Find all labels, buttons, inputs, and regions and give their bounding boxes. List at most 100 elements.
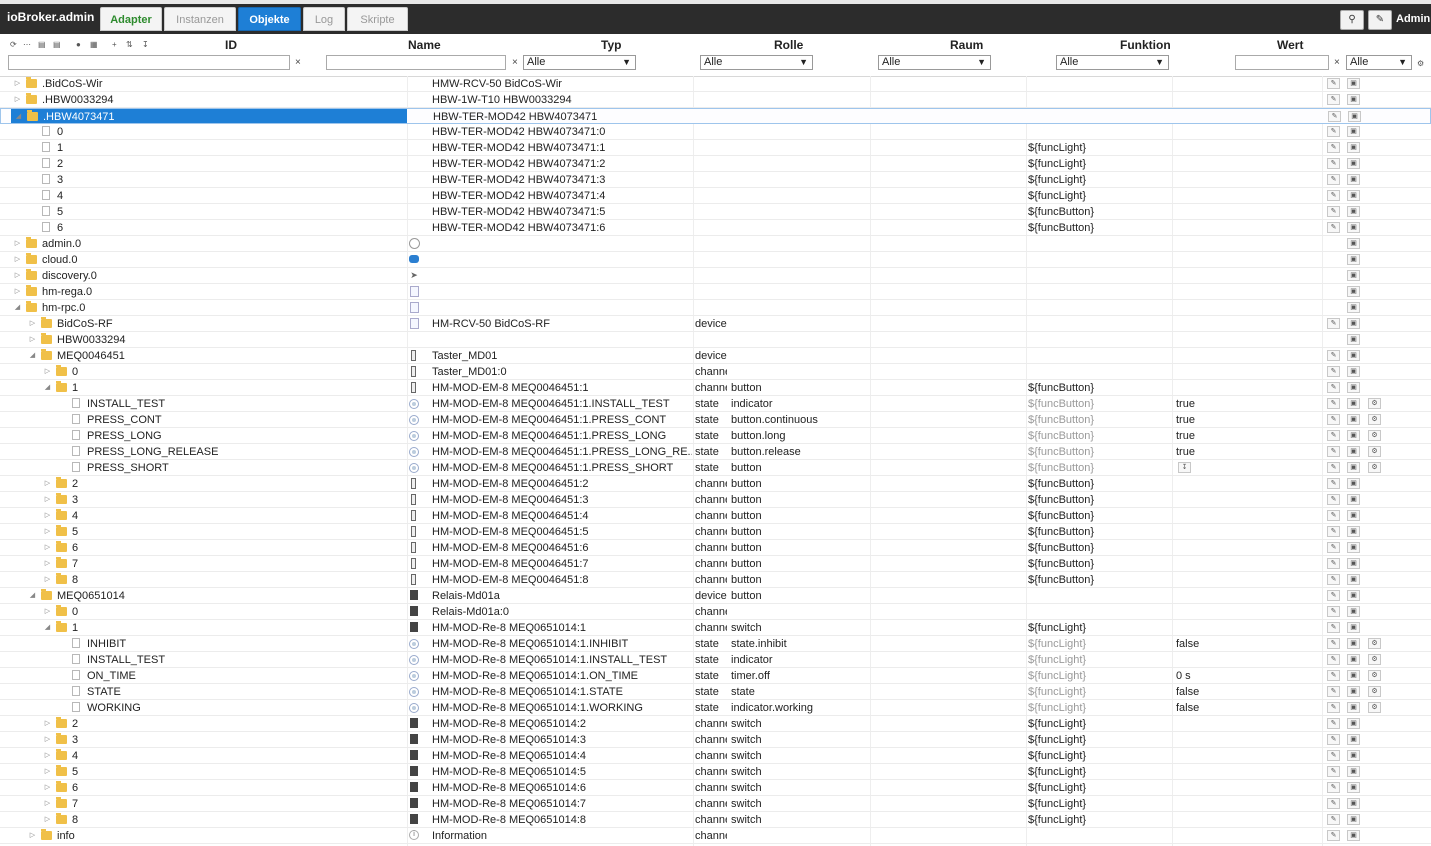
tree-row[interactable]: PRESS_LONG_RELEASE HM-MOD-EM-8 MEQ0046451… <box>0 444 1431 460</box>
delete-icon[interactable]: ▣ <box>1347 286 1360 297</box>
edit-icon[interactable]: ✎ <box>1327 734 1340 745</box>
delete-icon[interactable]: ▣ <box>1347 670 1360 681</box>
expanded-arrow-icon[interactable]: ◢ <box>28 588 37 604</box>
gear-icon[interactable]: ⚙ <box>1368 398 1381 409</box>
delete-icon[interactable]: ▣ <box>1347 302 1360 313</box>
delete-icon[interactable]: ▣ <box>1347 558 1360 569</box>
id-filter-input[interactable] <box>8 55 290 70</box>
delete-icon[interactable]: ▣ <box>1347 222 1360 233</box>
tree-row[interactable]: ▷ .HBW0033294 HBW-1W-T10 HBW0033294 ✎ ▣ <box>0 92 1431 108</box>
edit-icon[interactable]: ✎ <box>1327 750 1340 761</box>
edit-icon[interactable]: ✎ <box>1327 318 1340 329</box>
tree-row[interactable]: STATE HM-MOD-Re-8 MEQ0651014:1.STATE state… <box>0 684 1431 700</box>
edit-icon[interactable]: ✎ <box>1327 174 1340 185</box>
tree-row[interactable]: 4 HBW-TER-MOD42 HBW4073471:4 ${funcLight} ✎… <box>0 188 1431 204</box>
edit-icon[interactable]: ✎ <box>1327 718 1340 729</box>
funktion-filter-select[interactable]: Alle ▼ <box>1056 55 1169 70</box>
tree-row[interactable]: ▷ info i Information channe ✎ ▣ <box>0 828 1431 844</box>
delete-icon[interactable]: ▣ <box>1347 590 1360 601</box>
tab-objekte[interactable]: Objekte <box>238 7 301 31</box>
tree-row[interactable]: ▷ hm-rega.0 ▣ <box>0 284 1431 300</box>
delete-icon[interactable]: ▣ <box>1347 654 1360 665</box>
edit-icon[interactable]: ✎ <box>1327 590 1340 601</box>
tree-row[interactable]: PRESS_SHORT HM-MOD-EM-8 MEQ0046451:1.PRES… <box>0 460 1431 476</box>
tree-row[interactable]: WORKING HM-MOD-Re-8 MEQ0651014:1.WORKING s… <box>0 700 1431 716</box>
tree-row[interactable]: ▷ 8 HM-MOD-EM-8 MEQ0046451:8 channe button ${… <box>0 572 1431 588</box>
gear-icon[interactable]: ⚙ <box>1368 702 1381 713</box>
name-filter-input[interactable] <box>326 55 506 70</box>
col-wert[interactable]: Wert <box>1277 38 1303 52</box>
collapsed-arrow-icon[interactable]: ▷ <box>13 268 22 284</box>
delete-icon[interactable]: ▣ <box>1347 478 1360 489</box>
tree-row[interactable]: ▷ 3 HM-MOD-EM-8 MEQ0046451:3 channe button ${… <box>0 492 1431 508</box>
delete-icon[interactable]: ▣ <box>1347 798 1360 809</box>
tree-row[interactable]: ▷ 7 HM-MOD-Re-8 MEQ0651014:7 channe switch ${… <box>0 796 1431 812</box>
tree-row[interactable]: ▷ cloud.0 ▣ <box>0 252 1431 268</box>
tree-row[interactable]: ▷ HBW0033294 ▣ <box>0 332 1431 348</box>
tree-row[interactable]: ▷ 6 HM-MOD-Re-8 MEQ0651014:6 channe switch ${… <box>0 780 1431 796</box>
edit-icon[interactable]: ✎ <box>1327 494 1340 505</box>
edit-icon[interactable]: ✎ <box>1327 782 1340 793</box>
row-wert[interactable]: true <box>1176 412 1236 428</box>
edit-icon[interactable]: ✎ <box>1327 462 1340 473</box>
edit-icon[interactable]: ✎ <box>1327 670 1340 681</box>
edit-icon[interactable]: ✎ <box>1327 478 1340 489</box>
edit-icon[interactable]: ✎ <box>1327 622 1340 633</box>
name-filter-clear-icon[interactable]: × <box>512 57 518 68</box>
tree-row[interactable]: 1 HBW-TER-MOD42 HBW4073471:1 ${funcLight} ✎… <box>0 140 1431 156</box>
edit-icon[interactable]: ✎ <box>1327 222 1340 233</box>
col-raum[interactable]: Raum <box>950 38 983 52</box>
sort-icon[interactable]: ⇅ <box>126 40 133 49</box>
row-wert[interactable]: false <box>1176 700 1236 716</box>
tree-row[interactable]: 6 HBW-TER-MOD42 HBW4073471:6 ${funcButton}… <box>0 220 1431 236</box>
edit-icon[interactable]: ✎ <box>1327 78 1340 89</box>
collapsed-arrow-icon[interactable]: ▷ <box>43 524 52 540</box>
collapsed-arrow-icon[interactable]: ▷ <box>43 716 52 732</box>
collapsed-arrow-icon[interactable]: ▷ <box>43 540 52 556</box>
tab-skripte[interactable]: Skripte <box>347 7 408 31</box>
delete-icon[interactable]: ▣ <box>1347 414 1360 425</box>
download-icon[interactable]: ↧ <box>142 40 149 49</box>
edit-icon[interactable]: ✎ <box>1327 798 1340 809</box>
delete-icon[interactable]: ▣ <box>1347 318 1360 329</box>
gear-icon[interactable]: ⚙ <box>1368 670 1381 681</box>
tree-row[interactable]: PRESS_LONG HM-MOD-EM-8 MEQ0046451:1.PRESS… <box>0 428 1431 444</box>
tree-row[interactable]: ▷ 5 HM-MOD-Re-8 MEQ0651014:5 channe switch ${… <box>0 764 1431 780</box>
collapsed-arrow-icon[interactable]: ▷ <box>43 492 52 508</box>
edit-icon[interactable]: ✎ <box>1327 510 1340 521</box>
raum-filter-select[interactable]: Alle ▼ <box>878 55 991 70</box>
wert-filter-select[interactable]: Alle ▼ <box>1346 55 1412 70</box>
delete-icon[interactable]: ▣ <box>1347 830 1360 841</box>
tab-log[interactable]: Log <box>303 7 345 31</box>
collapsed-arrow-icon[interactable]: ▷ <box>13 236 22 252</box>
tree-row[interactable]: ON_TIME HM-MOD-Re-8 MEQ0651014:1.ON_TIME s… <box>0 668 1431 684</box>
edit-icon[interactable]: ✎ <box>1327 430 1340 441</box>
col-id[interactable]: ID <box>225 38 237 52</box>
delete-icon[interactable]: ▣ <box>1347 174 1360 185</box>
col-typ[interactable]: Typ <box>601 38 621 52</box>
edit-icon[interactable]: ✎ <box>1327 398 1340 409</box>
delete-icon[interactable]: ▣ <box>1348 111 1361 122</box>
delete-icon[interactable]: ▣ <box>1347 446 1360 457</box>
edit-icon[interactable]: ✎ <box>1327 606 1340 617</box>
delete-icon[interactable]: ▣ <box>1347 718 1360 729</box>
tab-instanzen[interactable]: Instanzen <box>164 7 236 31</box>
collapsed-arrow-icon[interactable]: ▷ <box>43 364 52 380</box>
edit-icon[interactable]: ✎ <box>1327 206 1340 217</box>
collapsed-arrow-icon[interactable]: ▷ <box>43 476 52 492</box>
tree-row[interactable]: PRESS_CONT HM-MOD-EM-8 MEQ0046451:1.PRESS… <box>0 412 1431 428</box>
tree-row[interactable]: ▷ 7 HM-MOD-EM-8 MEQ0046451:7 channe button ${… <box>0 556 1431 572</box>
col-name[interactable]: Name <box>408 38 441 52</box>
refresh-icon[interactable]: ⟳ <box>10 40 17 49</box>
edit-icon[interactable]: ✎ <box>1368 10 1392 30</box>
search-icon[interactable]: ⚲ <box>1340 10 1364 30</box>
expanded-arrow-icon[interactable]: ◢ <box>43 380 52 396</box>
tree-row[interactable]: ▷ 5 HM-MOD-EM-8 MEQ0046451:5 channe button ${… <box>0 524 1431 540</box>
tree-row[interactable]: ▷ 8 HM-MOD-Re-8 MEQ0651014:8 channe switch ${… <box>0 812 1431 828</box>
delete-icon[interactable]: ▣ <box>1347 638 1360 649</box>
delete-icon[interactable]: ▣ <box>1347 382 1360 393</box>
collapsed-arrow-icon[interactable]: ▷ <box>43 748 52 764</box>
delete-icon[interactable]: ▣ <box>1347 462 1360 473</box>
collapsed-arrow-icon[interactable]: ▷ <box>43 796 52 812</box>
edit-icon[interactable]: ✎ <box>1327 686 1340 697</box>
